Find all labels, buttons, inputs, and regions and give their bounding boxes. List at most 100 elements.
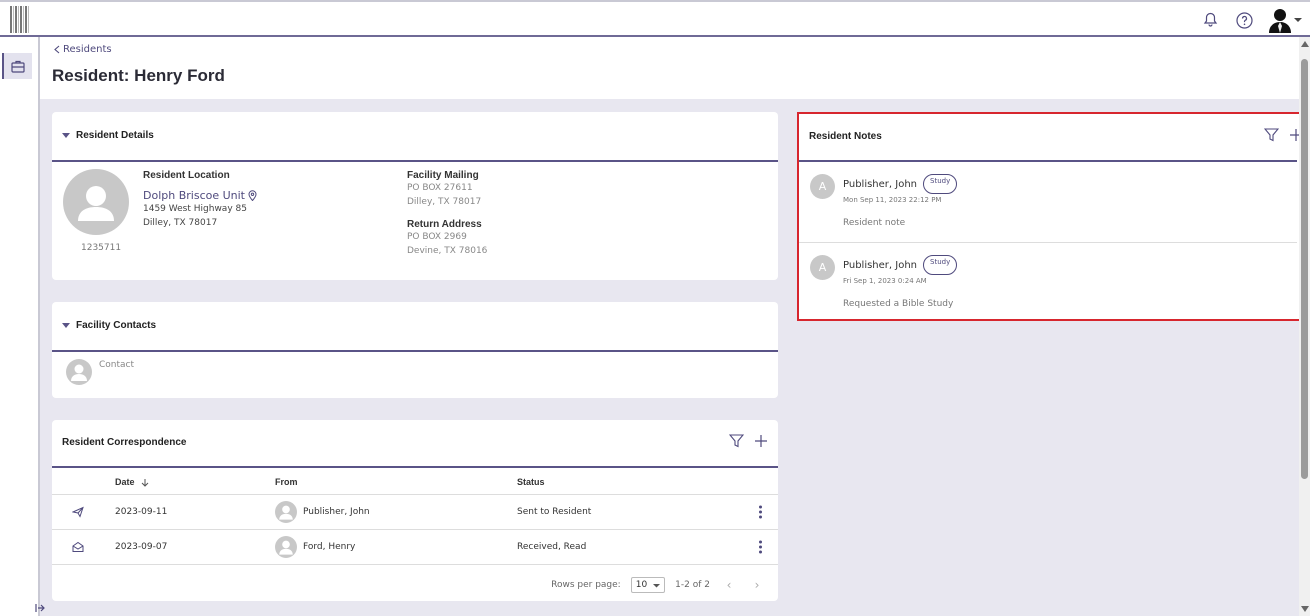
facility-contacts-title-wrap: Facility Contacts — [62, 320, 156, 331]
row-menu-icon[interactable] — [759, 505, 762, 519]
notes-title: Resident Notes — [809, 131, 882, 142]
expand-nav-icon[interactable] — [35, 603, 45, 616]
facility-mailing-label: Facility Mailing — [407, 170, 479, 181]
row-from: Ford, Henry — [275, 536, 355, 558]
row-date: 2023-09-07 — [115, 542, 168, 552]
chevron-down-icon — [1294, 18, 1302, 22]
rows-per-page-label: Rows per page: — [551, 580, 621, 590]
help-icon[interactable] — [1234, 10, 1254, 30]
filter-icon[interactable] — [729, 434, 744, 448]
address-line-1: 1459 West Highway 85 — [143, 204, 247, 214]
unit-link[interactable]: Dolph Briscoe Unit — [143, 189, 257, 202]
collapse-triangle-icon[interactable] — [62, 133, 70, 138]
table-row[interactable]: 2023-09-11 Publisher, John Sent to Resid… — [52, 495, 778, 530]
correspondence-header: Resident Correspondence — [52, 420, 778, 468]
chevron-down-icon — [653, 583, 661, 587]
scroll-down-icon[interactable] — [1301, 606, 1309, 612]
pagination: Rows per page: 10 1-2 of 2 ‹ › — [551, 577, 766, 593]
breadcrumb-back[interactable]: Residents — [54, 44, 112, 55]
mailing-addresses: Facility Mailing PO BOX 27611 Dilley, TX… — [407, 170, 487, 258]
note-author-row: Publisher, John Study — [843, 255, 958, 275]
briefcase-icon — [11, 60, 25, 73]
rows-per-page-select[interactable]: 10 — [630, 577, 666, 593]
envelope-open-icon — [72, 541, 84, 553]
note-avatar: A — [810, 255, 835, 280]
row-date: 2023-09-11 — [115, 507, 168, 517]
note-author: Publisher, John — [843, 259, 918, 271]
map-pin-icon — [248, 190, 257, 201]
column-from[interactable]: From — [275, 477, 298, 487]
unit-name: Dolph Briscoe Unit — [143, 189, 245, 202]
user-avatar-icon — [1269, 9, 1291, 33]
sender-name: Ford, Henry — [303, 542, 356, 552]
sender-avatar — [275, 501, 297, 523]
resident-details-header[interactable]: Resident Details — [52, 112, 778, 162]
page-header: Residents Resident: Henry Ford — [40, 37, 1299, 99]
note-author: Publisher, John — [843, 178, 918, 190]
column-date-label: Date — [115, 477, 135, 487]
top-actions — [1200, 7, 1302, 33]
resident-correspondence-card: Resident Correspondence Date From Status… — [52, 420, 778, 601]
return-address-line-1: PO BOX 2969 — [407, 232, 467, 242]
note-item[interactable]: A Publisher, John Study Mon Sep 11, 2023… — [799, 162, 1297, 242]
return-address-line-2: Devine, TX 78016 — [407, 246, 488, 256]
resident-details-title-wrap: Resident Details — [62, 130, 154, 141]
facility-mailing-line-2: Dilley, TX 78017 — [407, 197, 482, 207]
resident-details-card: Resident Details 1235711 Resident Locati… — [52, 112, 778, 280]
note-date: Fri Sep 1, 2023 0:24 AM — [843, 277, 927, 285]
resident-location: Resident Location Dolph Briscoe Unit 145… — [143, 170, 257, 230]
left-nav-rail — [0, 37, 45, 616]
address-line-2: Dilley, TX 78017 — [143, 218, 218, 228]
bell-icon[interactable] — [1200, 10, 1220, 30]
prev-page-icon[interactable]: ‹ — [720, 578, 738, 592]
note-avatar: A — [810, 174, 835, 199]
sender-name: Publisher, John — [303, 507, 370, 517]
column-status[interactable]: Status — [517, 477, 545, 487]
app-logo[interactable] — [10, 6, 30, 33]
sort-down-icon — [141, 478, 148, 487]
chevron-left-icon — [54, 45, 60, 54]
facility-mailing-line-1: PO BOX 27611 — [407, 183, 473, 193]
filter-icon[interactable] — [1264, 128, 1279, 142]
note-date: Mon Sep 11, 2023 22:12 PM — [843, 196, 942, 204]
table-header: Date From Status — [52, 470, 778, 495]
facility-contacts-title: Facility Contacts — [76, 320, 157, 331]
facility-contacts-header[interactable]: Facility Contacts — [52, 302, 778, 352]
notes-actions — [1264, 128, 1303, 142]
contact-avatar — [66, 359, 92, 385]
top-bar — [0, 0, 1310, 37]
page-scrollbar[interactable] — [1299, 37, 1310, 616]
nav-item-residents[interactable] — [2, 53, 32, 79]
resident-details-title: Resident Details — [76, 130, 154, 141]
notes-header: Resident Notes — [799, 114, 1302, 162]
rows-per-page-value: 10 — [635, 580, 648, 590]
send-icon — [72, 506, 84, 518]
scroll-thumb[interactable] — [1301, 59, 1308, 479]
resident-avatar — [63, 169, 129, 235]
note-body: Requested a Bible Study — [843, 299, 954, 309]
collapse-triangle-icon[interactable] — [62, 323, 70, 328]
contact-item[interactable]: Contact — [66, 359, 134, 385]
row-from: Publisher, John — [275, 501, 370, 523]
row-menu-icon[interactable] — [759, 540, 762, 554]
resident-notes-card: Resident Notes A Publisher, John Study M… — [797, 112, 1305, 321]
table-row[interactable]: 2023-09-07 Ford, Henry Received, Read — [52, 530, 778, 565]
facility-contacts-card: Facility Contacts Contact — [52, 302, 778, 398]
page-range: 1-2 of 2 — [675, 580, 710, 590]
correspondence-title: Resident Correspondence — [62, 437, 187, 448]
next-page-icon[interactable]: › — [748, 578, 766, 592]
note-author-row: Publisher, John Study — [843, 174, 958, 194]
column-date[interactable]: Date — [115, 477, 149, 487]
note-tag: Study — [923, 255, 958, 275]
add-icon[interactable] — [754, 434, 768, 448]
location-label: Resident Location — [143, 170, 230, 181]
correspondence-actions — [729, 434, 768, 448]
page-title: Resident: Henry Ford — [52, 66, 225, 85]
breadcrumb-label: Residents — [63, 44, 112, 55]
scroll-up-icon[interactable] — [1301, 41, 1309, 47]
note-item[interactable]: A Publisher, John Study Fri Sep 1, 2023 … — [799, 242, 1297, 322]
user-menu[interactable] — [1268, 7, 1302, 33]
row-status: Sent to Resident — [517, 507, 592, 517]
sender-avatar — [275, 536, 297, 558]
resident-id: 1235711 — [81, 243, 122, 253]
